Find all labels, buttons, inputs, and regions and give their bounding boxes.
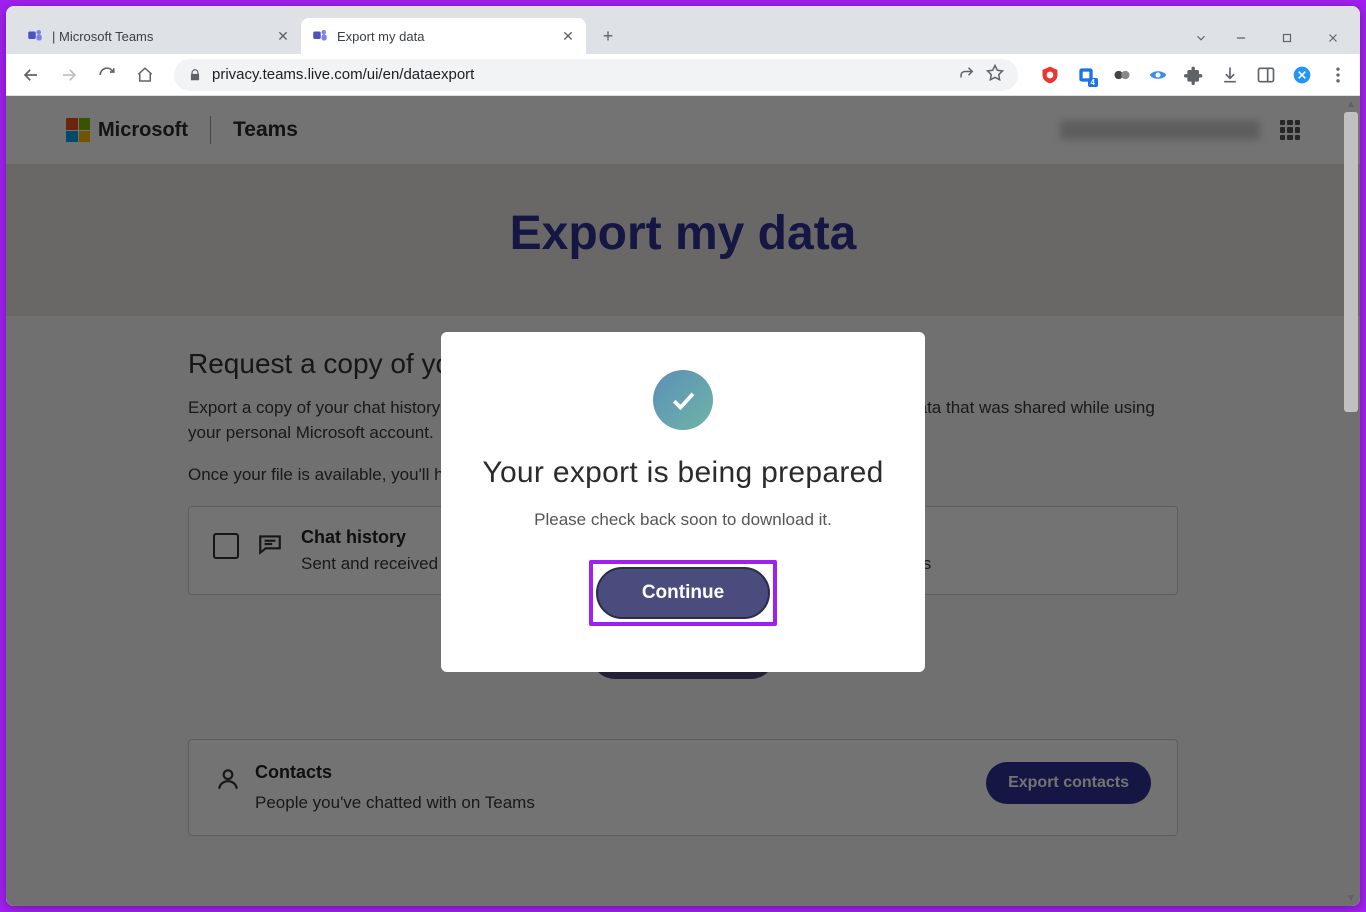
address-bar[interactable]: privacy.teams.live.com/ui/en/dataexport: [174, 59, 1018, 91]
tabs-strip: | Microsoft Teams ✕ Export my data ✕ +: [6, 6, 1184, 54]
window-controls: [1184, 20, 1356, 54]
bookmark-icon[interactable]: [986, 64, 1004, 86]
omnibox-actions: [958, 64, 1004, 86]
scroll-down-arrow[interactable]: ▼: [1344, 890, 1358, 906]
back-button[interactable]: [14, 58, 48, 92]
tab-search-button[interactable]: [1184, 22, 1218, 54]
tab-active[interactable]: Export my data ✕: [301, 18, 586, 54]
browser-toolbar: privacy.teams.live.com/ui/en/dataexport …: [6, 54, 1360, 96]
export-prepared-modal: Your export is being prepared Please che…: [441, 332, 925, 672]
share-icon[interactable]: [958, 64, 976, 86]
url-text: privacy.teams.live.com/ui/en/dataexport: [212, 66, 474, 83]
titlebar: | Microsoft Teams ✕ Export my data ✕ +: [6, 6, 1360, 54]
forward-button[interactable]: [52, 58, 86, 92]
scrollbar[interactable]: ▲ ▼: [1344, 96, 1358, 906]
lock-icon: [188, 68, 202, 82]
extension-icon[interactable]: [1108, 61, 1136, 89]
sidepanel-icon[interactable]: [1252, 61, 1280, 89]
reload-button[interactable]: [90, 58, 124, 92]
ublock-icon[interactable]: [1036, 61, 1064, 89]
close-window-button[interactable]: [1310, 22, 1356, 54]
highlight-annotation: Continue: [589, 560, 777, 626]
modal-title: Your export is being prepared: [471, 456, 895, 490]
tab-close-icon[interactable]: ✕: [275, 28, 291, 44]
continue-button[interactable]: Continue: [596, 567, 770, 619]
extension-icon[interactable]: [1144, 61, 1172, 89]
scroll-up-arrow[interactable]: ▲: [1344, 96, 1358, 112]
tab-inactive[interactable]: | Microsoft Teams ✕: [16, 18, 301, 54]
home-button[interactable]: [128, 58, 162, 92]
tab-title: | Microsoft Teams: [52, 29, 267, 44]
downloads-icon[interactable]: [1216, 61, 1244, 89]
browser-window: | Microsoft Teams ✕ Export my data ✕ +: [6, 6, 1360, 906]
minimize-button[interactable]: [1218, 22, 1264, 54]
scroll-thumb[interactable]: [1344, 112, 1358, 412]
content-area: Microsoft Teams Export my data Request a…: [6, 96, 1360, 906]
teams-favicon: [26, 27, 44, 45]
modal-overlay: Your export is being prepared Please che…: [6, 96, 1360, 906]
extension-icons: 4: [1036, 61, 1352, 89]
tab-close-icon[interactable]: ✕: [560, 28, 576, 44]
extension-icon[interactable]: 4: [1072, 61, 1100, 89]
extension-icon[interactable]: [1288, 61, 1316, 89]
tab-title: Export my data: [337, 29, 552, 44]
modal-text: Please check back soon to download it.: [471, 510, 895, 530]
maximize-button[interactable]: [1264, 22, 1310, 54]
checkmark-icon: [653, 370, 713, 430]
new-tab-button[interactable]: +: [594, 22, 622, 50]
extensions-puzzle-icon[interactable]: [1180, 61, 1208, 89]
menu-icon[interactable]: [1324, 61, 1352, 89]
teams-favicon: [311, 27, 329, 45]
